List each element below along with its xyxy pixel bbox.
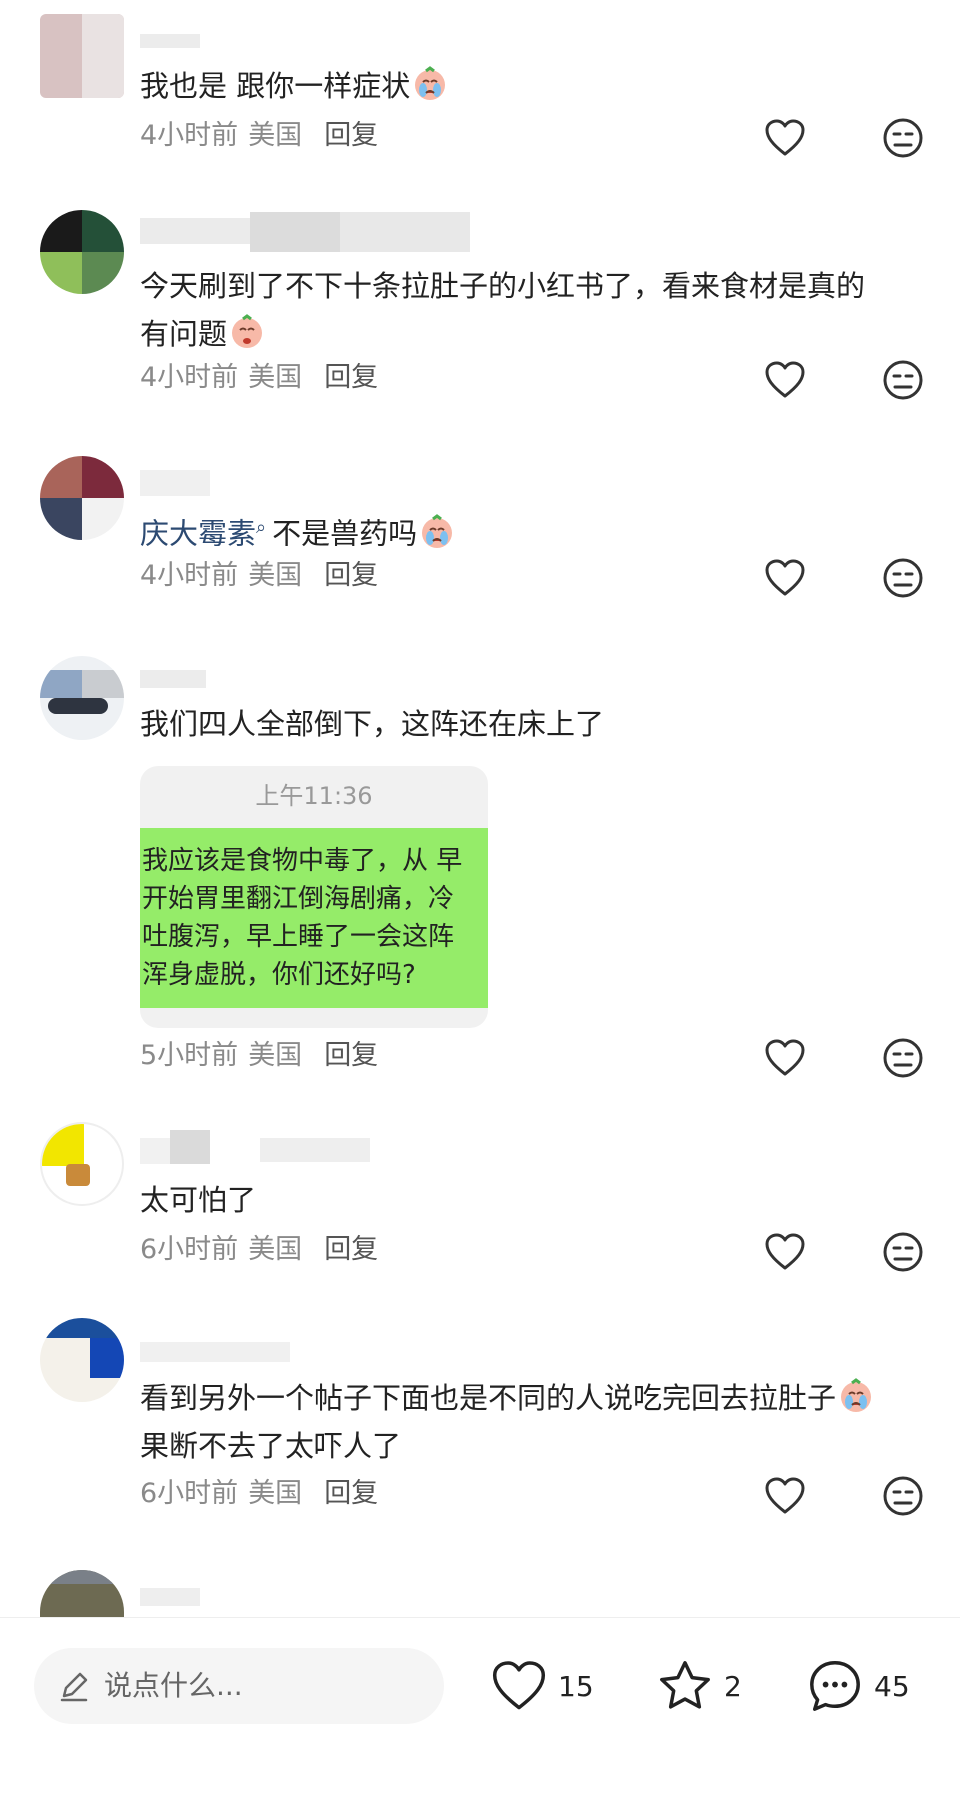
comment-meta: 6小时前 美国 回复 (140, 1474, 388, 1514)
heart-outline-icon (492, 1661, 546, 1710)
heart-outline-icon[interactable] (764, 118, 806, 158)
comment-location: 美国 (248, 362, 303, 393)
chat-message-bubble: 我应该是食物中毒了，从 早 开始胃里翻江倒海剧痛，冷 吐腹泻，早上睡了一会这阵 … (140, 828, 488, 1008)
comment-button[interactable]: 45 (806, 1648, 910, 1724)
collect-count: 2 (724, 1669, 742, 1703)
comment-time: 5小时前 (140, 1040, 239, 1071)
crying-face-emoji (422, 513, 453, 548)
search-icon[interactable]: ⌕ (256, 517, 266, 538)
comment-location: 美国 (248, 1234, 303, 1265)
reply-button[interactable]: 回复 (324, 1234, 378, 1265)
heart-outline-icon[interactable] (764, 1232, 806, 1272)
comment-location: 美国 (248, 560, 303, 591)
comment-meta: 4小时前 美国 回复 (140, 358, 388, 398)
attached-screenshot[interactable]: 上午11:36 我应该是食物中毒了，从 早 开始胃里翻江倒海剧痛，冷 吐腹泻，早… (140, 766, 488, 1028)
reply-button[interactable]: 回复 (324, 560, 378, 591)
like-count: 15 (558, 1669, 594, 1703)
heart-outline-icon[interactable] (764, 558, 806, 598)
avatar[interactable] (40, 210, 124, 294)
comment-time: 4小时前 (140, 362, 239, 393)
neutral-face-icon[interactable] (882, 359, 924, 401)
collect-button[interactable]: 2 (656, 1648, 742, 1724)
comment-input[interactable]: 说点什么... (34, 1648, 444, 1724)
heart-outline-icon[interactable] (764, 1476, 806, 1516)
star-outline-icon (660, 1661, 710, 1709)
neutral-face-icon[interactable] (882, 1475, 924, 1517)
comment-input-placeholder: 说点什么... (104, 1669, 243, 1702)
reply-button[interactable]: 回复 (324, 120, 378, 151)
neutral-face-icon[interactable] (882, 557, 924, 599)
heart-outline-icon[interactable] (764, 1038, 806, 1078)
comment-text: 我们四人全部倒下，这阵还在床上了 (140, 707, 605, 741)
comment-text: 我也是 跟你一样症状 (140, 62, 900, 110)
bottom-action-bar: 说点什么... 15 2 45 (0, 1618, 960, 1820)
reply-button[interactable]: 回复 (324, 1478, 378, 1509)
neutral-face-icon[interactable] (882, 117, 924, 159)
comment-location: 美国 (248, 120, 303, 151)
comment-meta: 5小时前 美国 回复 (140, 1036, 388, 1076)
comment-location: 美国 (248, 1478, 303, 1509)
crying-face-emoji (415, 66, 446, 100)
comment-time: 4小时前 (140, 120, 239, 151)
chat-timestamp: 上午11:36 (255, 782, 373, 810)
comment-meta: 4小时前 美国 回复 (140, 116, 388, 156)
avatar[interactable] (40, 1122, 124, 1206)
crying-face-emoji (841, 1378, 872, 1412)
avatar[interactable] (40, 14, 124, 98)
avatar[interactable] (40, 1318, 124, 1402)
avatar[interactable] (40, 456, 124, 540)
comment-time: 6小时前 (140, 1234, 239, 1265)
comment-text: 今天刷到了不下十条拉肚子的小红书了，看来食材是真的 有问题 (140, 269, 866, 351)
like-button[interactable]: 15 (490, 1648, 594, 1724)
comment-meta: 6小时前 美国 回复 (140, 1230, 388, 1270)
comment-text: 看到另外一个帖子下面也是不同的人说吃完回去拉肚子 果断不去了太吓人了 (140, 1374, 900, 1470)
heart-outline-icon[interactable] (764, 360, 806, 400)
comment-location: 美国 (248, 1040, 303, 1071)
pencil-icon (60, 1672, 88, 1702)
avatar[interactable] (40, 1570, 124, 1617)
comment-time: 6小时前 (140, 1478, 239, 1509)
speech-bubble-icon (810, 1661, 860, 1711)
neutral-face-icon[interactable] (882, 1231, 924, 1273)
comment-text: 太可怕了 (140, 1183, 257, 1217)
avatar[interactable] (40, 656, 124, 740)
neutral-face-icon[interactable] (882, 1037, 924, 1079)
reply-button[interactable]: 回复 (324, 362, 378, 393)
topic-tag[interactable]: 庆大霉素 (140, 517, 256, 551)
comment-count: 45 (874, 1669, 910, 1703)
crying-face-emoji (232, 314, 263, 348)
reply-button[interactable]: 回复 (324, 1040, 378, 1071)
comment-time: 4小时前 (140, 560, 239, 591)
comment-meta: 4小时前 美国 回复 (140, 556, 388, 596)
comment-text: 庆大霉素⌕ 不是兽药吗 (140, 504, 900, 558)
